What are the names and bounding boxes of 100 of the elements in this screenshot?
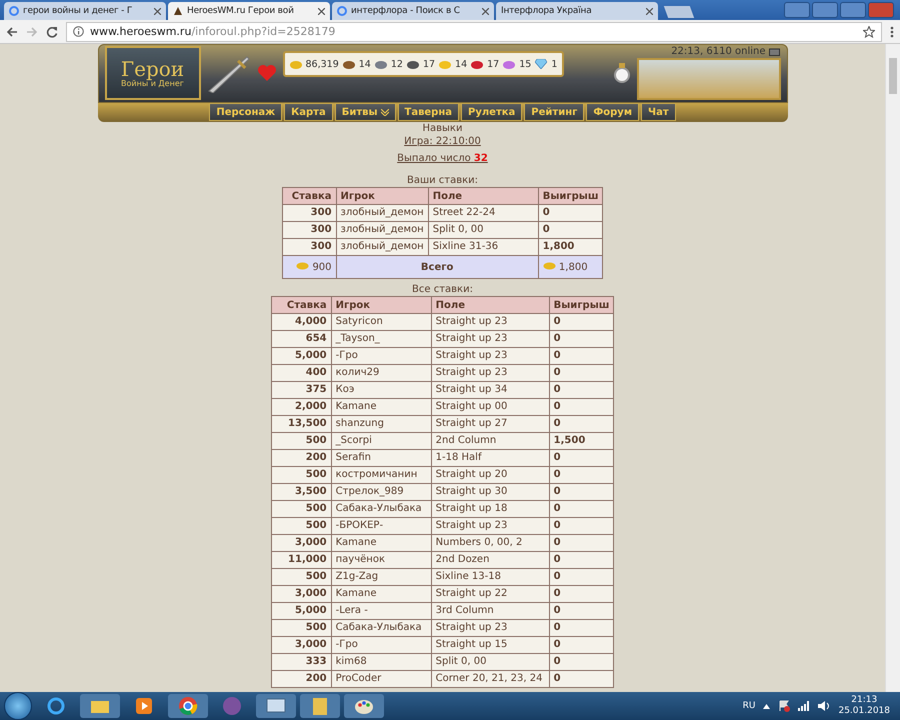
table-cell: 3,000 <box>271 636 332 654</box>
scrollbar[interactable] <box>885 44 900 692</box>
star-icon[interactable] <box>863 26 875 38</box>
table-cell: 0 <box>549 382 614 398</box>
table-cell: Sixline 31-36 <box>428 238 538 256</box>
signal-icon[interactable] <box>798 701 810 711</box>
table-cell: 200 <box>271 450 332 466</box>
reload-icon[interactable] <box>46 26 58 38</box>
table-cell: Straight up 00 <box>431 398 550 416</box>
table-cell: 0 <box>549 466 614 484</box>
table-cell: злобный_демон <box>336 222 428 238</box>
nav-link[interactable]: Таверна <box>398 103 459 122</box>
table-cell: Straight up 23 <box>431 364 550 382</box>
play-icon <box>135 697 153 715</box>
nav-link[interactable]: Битвы <box>334 103 396 122</box>
table-cell: Kamane <box>331 586 432 602</box>
table-cell: 0 <box>549 552 614 568</box>
resource-count: 17 <box>487 58 500 70</box>
chevron-icon <box>380 108 388 116</box>
table-cell: 0 <box>549 398 614 416</box>
up-arrow-icon[interactable] <box>763 704 770 708</box>
table-cell: злобный_демон <box>336 238 428 256</box>
table-cell: Straight up 23 <box>431 330 550 348</box>
language-indicator[interactable]: RU <box>742 701 756 711</box>
speaker-icon[interactable] <box>818 701 830 711</box>
game-logo[interactable]: Герои Войны и Денег <box>104 46 200 100</box>
table-cell: 5,000 <box>271 602 332 620</box>
table-cell: 300 <box>282 222 336 238</box>
table-cell: 13,500 <box>271 416 332 432</box>
resource-count: 14 <box>358 58 371 70</box>
close-icon[interactable] <box>646 8 653 14</box>
resource-count: 15 <box>519 58 532 70</box>
nav-link[interactable]: Форум <box>586 103 639 122</box>
table-cell: 0 <box>549 330 614 348</box>
flag-icon[interactable] <box>778 700 790 712</box>
column-header: Поле <box>428 188 538 204</box>
close-icon[interactable] <box>154 8 161 14</box>
table-cell: Street 22-24 <box>428 204 538 222</box>
resource-count: 1 <box>551 58 558 70</box>
table-cell: Straight up 23 <box>431 348 550 364</box>
table-cell: Straight up 20 <box>431 466 550 484</box>
table-cell: 1,500 <box>549 432 614 450</box>
table-cell: 0 <box>549 450 614 466</box>
table-cell: 0 <box>549 364 614 382</box>
address-bar[interactable]: www.heroeswm.ru/inforoul.php?id=2528179 <box>66 22 882 42</box>
nav-link[interactable]: Карта <box>284 103 333 122</box>
table-cell: Kamane <box>331 534 432 552</box>
table-cell: 654 <box>271 330 332 348</box>
table-cell: 3,000 <box>271 534 332 552</box>
column-header: Игрок <box>331 296 432 314</box>
resource-count: 12 <box>390 58 403 70</box>
resource-count: 14 <box>455 58 468 70</box>
table-cell: 1,800 <box>538 256 603 278</box>
table-cell: 500 <box>271 568 332 586</box>
browser-tab[interactable]: герои войны и денег - Г <box>4 2 166 20</box>
table-cell: 0 <box>549 534 614 552</box>
browser-tab[interactable]: Інтерфлора Україна <box>496 2 658 20</box>
start-button[interactable] <box>4 692 32 720</box>
menu-icon[interactable] <box>890 26 894 38</box>
new-tab-button[interactable] <box>664 6 694 18</box>
url-text: www.heroeswm.ru/inforoul.php?id=2528179 <box>90 25 336 38</box>
close-icon[interactable] <box>482 8 489 14</box>
nav-link[interactable]: Рулетка <box>461 103 522 122</box>
nav-link[interactable]: Чат <box>641 103 676 122</box>
table-cell: _Tayson_ <box>331 330 432 348</box>
table-cell: 500 <box>271 518 332 534</box>
table-cell: 0 <box>549 416 614 432</box>
heart-icon <box>256 64 276 82</box>
result-link[interactable]: Выпало число 32 <box>397 152 488 165</box>
table-cell: паучёнок <box>331 552 432 568</box>
table-cell: ProCoder <box>331 670 432 688</box>
table-cell: 300 <box>282 238 336 256</box>
table-cell: Corner 20, 21, 23, 24 <box>431 670 550 688</box>
back-icon[interactable] <box>6 26 18 38</box>
browser-tab[interactable]: интерфлора - Поиск в С <box>332 2 494 20</box>
table-cell: колич29 <box>331 364 432 382</box>
table-cell: 300 <box>282 204 336 222</box>
table-cell: 3,500 <box>271 484 332 500</box>
column-header: Ставка <box>282 188 336 204</box>
table-cell: 400 <box>271 364 332 382</box>
taskbar-app[interactable] <box>168 694 208 718</box>
table-cell: 5,000 <box>271 348 332 364</box>
table-cell: злобный_демон <box>336 204 428 222</box>
table-cell: Сабака-Улыбака <box>331 500 432 518</box>
table-cell: 200 <box>271 670 332 688</box>
clock[interactable]: 21:13 25.01.2018 <box>838 695 890 717</box>
table-cell: 0 <box>538 222 603 238</box>
table-cell: shanzung <box>331 416 432 432</box>
table-cell: -Гро <box>331 348 432 364</box>
table-cell: 0 <box>538 204 603 222</box>
close-icon[interactable] <box>318 8 325 14</box>
table-cell: костромичанин <box>331 466 432 484</box>
table-cell: 0 <box>549 636 614 654</box>
table-cell: Split 0, 00 <box>431 654 550 670</box>
table-cell: 0 <box>549 654 614 670</box>
nav-link[interactable]: Персонаж <box>209 103 282 122</box>
game-link[interactable]: Игра: 22:10:00 <box>404 135 481 148</box>
table-cell: Straight up 30 <box>431 484 550 500</box>
nav-link[interactable]: Рейтинг <box>524 103 584 122</box>
browser-tab[interactable]: HeroesWM.ru Герои вой <box>168 2 330 20</box>
